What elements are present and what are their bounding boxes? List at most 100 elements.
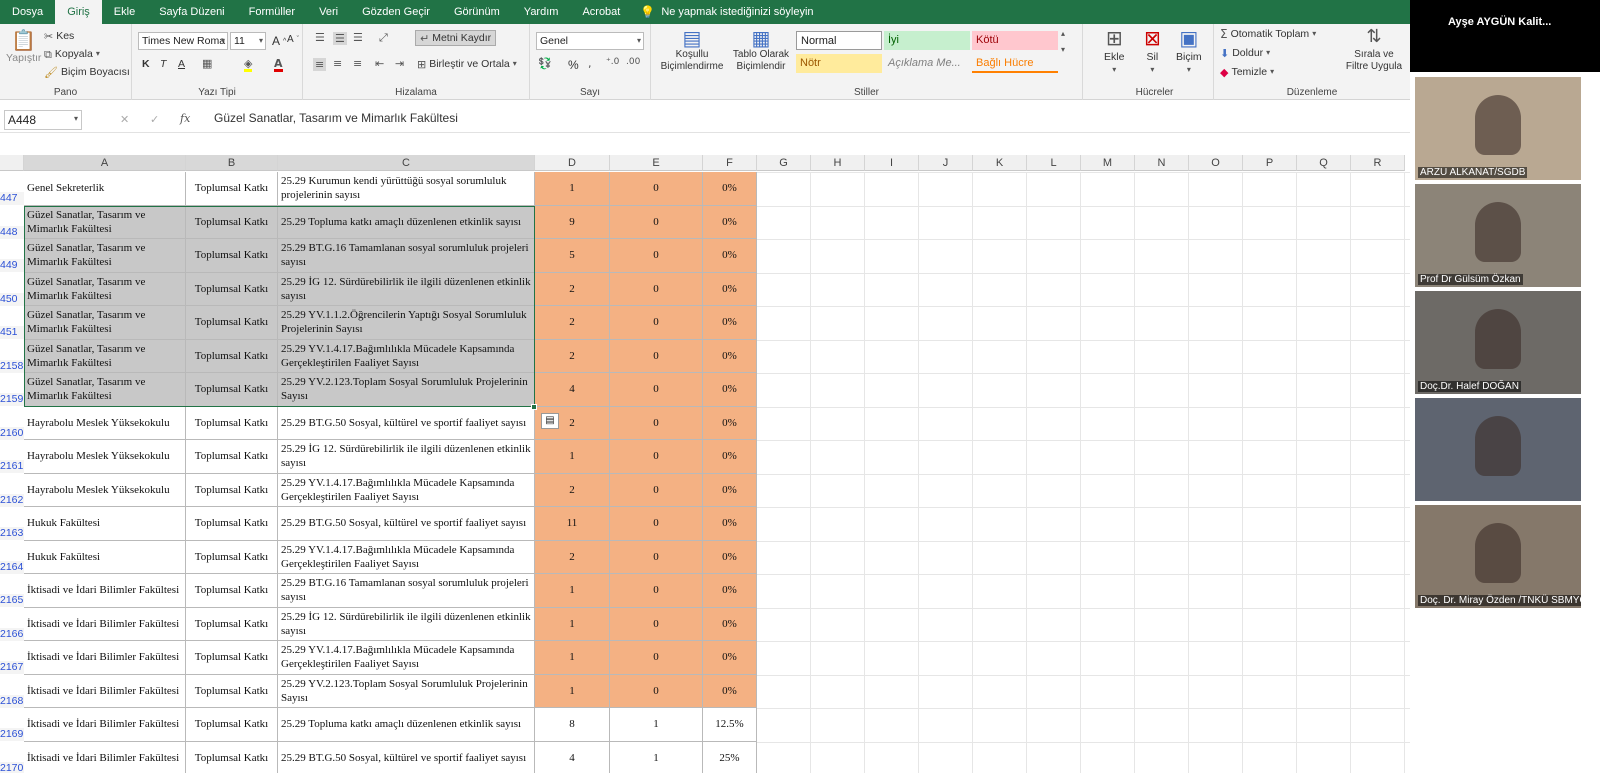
tab-5[interactable]: Veri [307,0,350,24]
fill-color-button[interactable]: ◈ [244,58,253,72]
cell-a[interactable]: Güzel Sanatlar, Tasarım ve Mimarlık Fakü… [24,339,186,373]
cell-a[interactable]: Hayrabolu Meslek Yüksekokulu [24,406,186,440]
align-left-button[interactable]: ≡ [313,58,327,71]
column-header-B[interactable]: B [186,155,278,171]
tab-8[interactable]: Yardım [512,0,571,24]
row-header[interactable]: 447 [0,192,24,205]
cell-f[interactable]: 0% [703,306,757,340]
cell-f[interactable]: 0% [703,272,757,306]
cell-c[interactable]: 25.29 YV.2.123.Toplam Sosyal Sorumluluk … [278,373,535,407]
cell-b[interactable]: Toplumsal Katkı [186,507,278,541]
cell-b[interactable]: Toplumsal Katkı [186,473,278,507]
cell-f[interactable]: 0% [703,406,757,440]
row-header[interactable]: 2161 [0,460,24,473]
row-header[interactable]: 2158 [0,359,24,373]
cell-d[interactable]: 11 [535,507,610,541]
sort-filter-button[interactable]: ⇅ Sırala ve Filtre Uygula [1344,28,1404,73]
participant-tile[interactable]: Doç.Dr. Halef DOĞAN [1415,291,1581,394]
cell-e[interactable]: 0 [610,339,703,373]
italic-button[interactable]: T [160,58,166,70]
cell-c[interactable]: 25.29 İG 12. Sürdürebilirlik ile ilgili … [278,607,535,641]
format-painter-button[interactable]: 🖌 Biçim Boyacısı [44,66,130,78]
style-explanatory[interactable]: Açıklama Me... [884,54,970,73]
grow-font-button[interactable]: A ^ [272,34,286,48]
cell-b[interactable]: Toplumsal Katkı [186,440,278,474]
bold-button[interactable]: K [142,58,150,70]
cancel-icon[interactable]: ✕ [120,114,129,125]
cell-e[interactable]: 1 [610,741,703,773]
tab-2[interactable]: Ekle [102,0,147,24]
cell-f[interactable]: 0% [703,205,757,239]
cell-b[interactable]: Toplumsal Katkı [186,708,278,742]
wrap-text-button[interactable]: ↵ Metni Kaydır [415,30,497,46]
row-header[interactable]: 2162 [0,493,24,507]
column-header-H[interactable]: H [811,155,865,171]
cell-d[interactable]: 5 [535,239,610,273]
row-header[interactable]: 451 [0,326,24,339]
quick-analysis-icon[interactable]: ▤ [541,412,559,429]
clear-button[interactable]: ◆ Temizle ▾ [1220,66,1274,78]
tab-6[interactable]: Gözden Geçir [350,0,442,24]
cell-c[interactable]: 25.29 YV.1.4.17.Bağımlılıkla Mücadele Ka… [278,473,535,507]
row-header[interactable]: 2170 [0,761,24,773]
cell-a[interactable]: İktisadi ve İdari Bilimler Fakültesi [24,741,186,773]
merge-center-button[interactable]: ⊞ Birleştir ve Ortala ▾ [417,58,517,70]
cell-a[interactable]: Hayrabolu Meslek Yüksekokulu [24,473,186,507]
column-header-A[interactable]: A [24,155,186,171]
cell-c[interactable]: 25.29 Topluma katkı amaçlı düzenlenen et… [278,205,535,239]
cell-a[interactable]: İktisadi ve İdari Bilimler Fakültesi [24,607,186,641]
cell-f[interactable]: 0% [703,507,757,541]
cell-e[interactable]: 0 [610,205,703,239]
cell-b[interactable]: Toplumsal Katkı [186,574,278,608]
cell-e[interactable]: 0 [610,440,703,474]
cell-b[interactable]: Toplumsal Katkı [186,172,278,206]
cell-c[interactable]: 25.29 BT.G.16 Tamamlanan sosyal sorumlul… [278,239,535,273]
cell-f[interactable]: 0% [703,540,757,574]
cell-f[interactable]: 0% [703,473,757,507]
cell-a[interactable]: Hukuk Fakültesi [24,540,186,574]
cell-e[interactable]: 0 [610,172,703,206]
conditional-formatting-button[interactable]: ▤ Koşullu Biçimlendirme [659,28,725,73]
cell-b[interactable]: Toplumsal Katkı [186,339,278,373]
row-header[interactable]: 2159 [0,393,24,406]
cell-d[interactable]: 1 [535,607,610,641]
cell-e[interactable]: 0 [610,373,703,407]
cell-e[interactable]: 0 [610,272,703,306]
row-header[interactable]: 2169 [0,728,24,741]
tab-4[interactable]: Formüller [237,0,307,24]
align-right-button[interactable]: ≡ [353,58,362,69]
row-header[interactable]: 2167 [0,661,24,674]
column-header-L[interactable]: L [1027,155,1081,171]
cell-f[interactable]: 0% [703,239,757,273]
row-header[interactable]: 2163 [0,527,24,540]
comma-style-button[interactable]: , [588,58,592,69]
format-as-table-button[interactable]: ▦ Tablo Olarak Biçimlendir [729,28,793,73]
number-format-combo[interactable]: Genel ▾ [536,32,644,50]
column-header-N[interactable]: N [1135,155,1189,171]
cell-c[interactable]: 25.29 YV.1.1.2.Öğrencilerin Yaptığı Sosy… [278,306,535,340]
cell-c[interactable]: 25.29 Topluma katkı amaçlı düzenlenen et… [278,708,535,742]
orientation-button[interactable]: ⤢ [379,32,388,43]
cell-c[interactable]: 25.29 BT.G.16 Tamamlanan sosyal sorumlul… [278,574,535,608]
cell-c[interactable]: 25.29 BT.G.50 Sosyal, kültürel ve sporti… [278,406,535,440]
align-top-button[interactable]: ☰ [315,32,325,43]
cell-f[interactable]: 0% [703,574,757,608]
cell-d[interactable]: 1 [535,440,610,474]
cell-d[interactable]: 9 [535,205,610,239]
cell-e[interactable]: 0 [610,239,703,273]
cell-c[interactable]: 25.29 YV.1.4.17.Bağımlılıkla Mücadele Ka… [278,641,535,675]
tab-3[interactable]: Sayfa Düzeni [147,0,236,24]
participant-tile[interactable] [1415,398,1581,501]
tab-9[interactable]: Acrobat [570,0,632,24]
styles-scroll[interactable]: ▴ ▾ [1061,30,1065,54]
participant-tile[interactable]: Doç. Dr. Miray Özden /TNKÜ SBMYO [1415,505,1581,608]
style-bad[interactable]: Kötü [972,31,1058,50]
cell-b[interactable]: Toplumsal Katkı [186,205,278,239]
fill-button[interactable]: ⬇ Doldur ▾ [1220,47,1270,59]
cell-e[interactable]: 1 [610,708,703,742]
column-header-O[interactable]: O [1189,155,1243,171]
formula-input[interactable]: Güzel Sanatlar, Tasarım ve Mimarlık Fakü… [214,111,458,125]
underline-button[interactable]: A [178,58,185,70]
column-header-J[interactable]: J [919,155,973,171]
cell-e[interactable]: 0 [610,674,703,708]
